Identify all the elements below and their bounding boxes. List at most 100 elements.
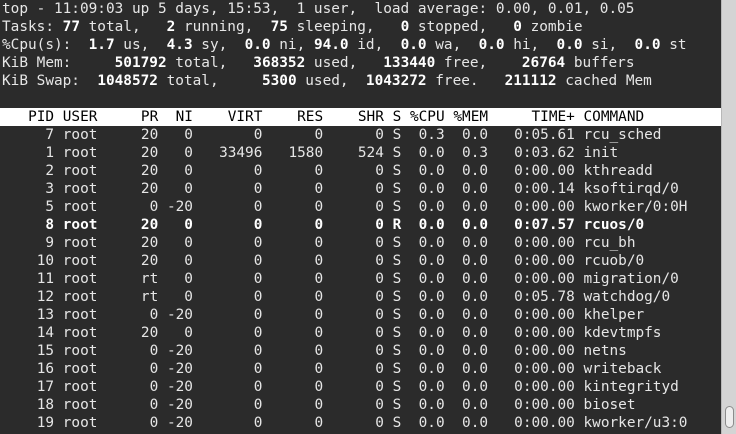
process-res: 0 xyxy=(314,199,324,215)
process-virt: 0 xyxy=(253,253,263,269)
process-time: 0:00.00 xyxy=(514,253,575,269)
process-row[interactable]: 10 root 20 0 0 0 0 S 0.0 0.0 0:00.00 rcuob/0 xyxy=(0,252,721,270)
swap-used: 5300 xyxy=(261,73,297,89)
cpu-hi-label: hi, xyxy=(504,37,540,53)
process-virt: 0 xyxy=(253,325,263,341)
process-row[interactable]: 2 root 20 0 0 0 0 S 0.0 0.0 0:00.00 kthreadd xyxy=(0,162,721,180)
cpu-st-label: st xyxy=(660,37,687,53)
process-state: S xyxy=(392,199,402,215)
tasks-line: Tasks: 77 total, 2 running, 75 sleeping,… xyxy=(0,18,721,36)
process-state: S xyxy=(392,163,402,179)
process-ni: -20 xyxy=(166,415,193,431)
process-mem: 0.0 xyxy=(462,325,489,341)
process-row[interactable]: 17 root 0 -20 0 0 0 S 0.0 0.0 0:00.00 kintegrityd xyxy=(0,378,721,396)
process-virt: 0 xyxy=(253,343,263,359)
process-command: kintegrityd xyxy=(583,379,679,395)
process-command: rcu_bh xyxy=(583,235,636,251)
process-state: S xyxy=(392,289,402,305)
process-cpu: 0.0 xyxy=(418,343,445,359)
process-state: S xyxy=(392,253,402,269)
process-time: 0:00.00 xyxy=(514,199,575,215)
process-row[interactable]: 7 root 20 0 0 0 0 S 0.3 0.0 0:05.61 rcu_sched xyxy=(0,126,721,144)
process-res: 0 xyxy=(314,163,324,179)
process-cpu: 0.0 xyxy=(418,145,445,161)
process-pr: 20 xyxy=(140,235,159,251)
tasks-running: 2 xyxy=(166,19,176,35)
process-time: 0:07.57 xyxy=(514,217,575,233)
swap-line: KiB Swap: 1048572 total, 5300 used, 1043… xyxy=(0,72,721,90)
process-row[interactable]: 3 root 20 0 0 0 0 S 0.0 0.0 0:00.14 ksoftirqd/0 xyxy=(0,180,721,198)
process-shr: 0 xyxy=(375,235,384,251)
process-pr: 0 xyxy=(149,307,159,323)
process-shr: 0 xyxy=(375,163,384,179)
column-header-pid: PID xyxy=(28,109,55,125)
process-row[interactable]: 15 root 0 -20 0 0 0 S 0.0 0.0 0:00.00 netns xyxy=(0,342,721,360)
process-row[interactable]: 13 root 0 -20 0 0 0 S 0.0 0.0 0:00.00 khelper xyxy=(0,306,721,324)
process-shr: 0 xyxy=(375,307,384,323)
process-user: root xyxy=(62,217,98,233)
process-shr: 0 xyxy=(375,343,384,359)
process-table-header[interactable]: PID USER PR NI VIRT RES SHR S %CPU %MEM TIME+ COMMA… xyxy=(0,108,721,126)
process-pr: 0 xyxy=(149,397,159,413)
process-shr: 0 xyxy=(375,181,384,197)
process-shr: 0 xyxy=(375,253,384,269)
process-time: 0:00.00 xyxy=(514,361,575,377)
tasks-stopped: 0 xyxy=(400,19,410,35)
process-command: bioset xyxy=(583,397,636,413)
process-row[interactable]: 11 root rt 0 0 0 0 S 0.0 0.0 0:00.00 migration/0 xyxy=(0,270,721,288)
process-shr: 0 xyxy=(375,415,384,431)
process-res: 0 xyxy=(314,361,324,377)
process-ni: -20 xyxy=(166,361,193,377)
cpu-wa-label: wa, xyxy=(426,37,462,53)
process-ni: -20 xyxy=(166,379,193,395)
process-cpu: 0.0 xyxy=(418,235,445,251)
process-user: root xyxy=(62,163,98,179)
process-cpu: 0.0 xyxy=(418,307,445,323)
process-command: kworker/0:0H xyxy=(583,199,688,215)
process-row[interactable]: 8 root 20 0 0 0 0 R 0.0 0.0 0:07.57 rcuos/0 xyxy=(0,216,721,234)
process-shr: 0 xyxy=(375,199,384,215)
terminal-window[interactable]: top - 11:09:03 up 5 days, 15:53, 1 user,… xyxy=(0,0,721,434)
process-user: root xyxy=(62,361,98,377)
process-pr: rt xyxy=(140,271,159,287)
process-row[interactable]: 18 root 0 -20 0 0 0 S 0.0 0.0 0:00.00 bioset xyxy=(0,396,721,414)
process-row[interactable]: 16 root 0 -20 0 0 0 S 0.0 0.0 0:00.00 writeback xyxy=(0,360,721,378)
process-virt: 0 xyxy=(253,361,263,377)
process-virt: 0 xyxy=(253,181,263,197)
cpu-sy: 4.3 xyxy=(166,37,193,53)
tasks-stopped-label: stopped, xyxy=(409,19,488,35)
process-row[interactable]: 14 root 20 0 0 0 0 S 0.0 0.0 0:00.00 kdevtmpfs xyxy=(0,324,721,342)
process-virt: 0 xyxy=(253,307,263,323)
process-shr: 0 xyxy=(375,325,384,341)
process-pid: 13 xyxy=(36,307,55,323)
process-virt: 0 xyxy=(253,271,263,287)
vertical-scrollbar[interactable] xyxy=(721,0,736,434)
process-row[interactable]: 1 root 20 0 33496 1580 524 S 0.0 0.3 0:03.62 init xyxy=(0,144,721,162)
process-res: 0 xyxy=(314,181,324,197)
process-res: 0 xyxy=(314,343,324,359)
process-command: ksoftirqd/0 xyxy=(583,181,679,197)
column-header-mem: %MEM xyxy=(453,109,489,125)
process-pid: 14 xyxy=(36,325,55,341)
process-row[interactable]: 9 root 20 0 0 0 0 S 0.0 0.0 0:00.00 rcu_bh xyxy=(0,234,721,252)
process-mem: 0.0 xyxy=(462,217,489,233)
process-row[interactable]: 12 root rt 0 0 0 0 S 0.0 0.0 0:05.78 watchdog/0 xyxy=(0,288,721,306)
process-time: 0:00.00 xyxy=(514,163,575,179)
process-command: writeback xyxy=(583,361,662,377)
process-pr: 0 xyxy=(149,343,159,359)
swap-label: KiB Swap: xyxy=(2,73,80,89)
process-row[interactable]: 19 root 0 -20 0 0 0 S 0.0 0.0 0:00.00 kworker/u3:0 xyxy=(0,414,721,432)
process-pr: rt xyxy=(140,289,159,305)
process-row[interactable]: 5 root 0 -20 0 0 0 S 0.0 0.0 0:00.00 kworker/0:0H xyxy=(0,198,721,216)
process-state: S xyxy=(392,145,402,161)
process-state: S xyxy=(392,415,402,431)
process-command: migration/0 xyxy=(583,271,679,287)
process-mem: 0.0 xyxy=(462,235,489,251)
tasks-zombie: 0 xyxy=(513,19,522,35)
process-cpu: 0.0 xyxy=(418,397,445,413)
mem-buffers-label: buffers xyxy=(565,55,635,71)
scrollbar-thumb[interactable] xyxy=(725,406,734,428)
process-mem: 0.0 xyxy=(462,307,489,323)
process-cpu: 0.0 xyxy=(418,163,445,179)
